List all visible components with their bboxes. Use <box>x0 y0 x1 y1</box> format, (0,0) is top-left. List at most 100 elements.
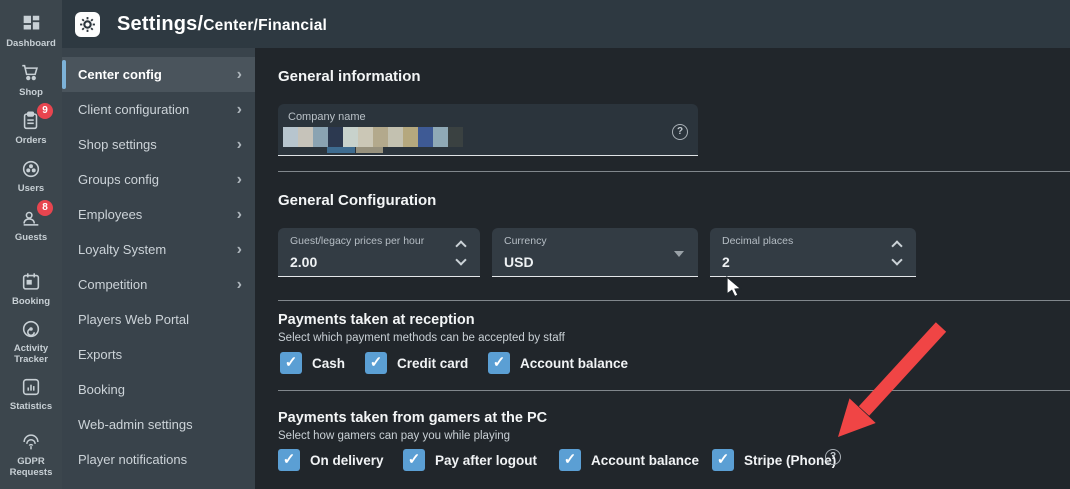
checkbox-checked-icon[interactable]: ✓ <box>280 352 302 374</box>
checkbox-checked-icon[interactable]: ✓ <box>365 352 387 374</box>
orders-badge: 9 <box>37 103 53 119</box>
rail-item-shop[interactable]: Shop <box>0 62 62 98</box>
settings-sidebar: Center config › Client configuration › Sho… <box>62 48 255 489</box>
section-divider <box>278 300 1070 301</box>
fingerprint-icon <box>20 434 42 457</box>
stepper-down-icon[interactable] <box>891 254 903 266</box>
rail-item-orders[interactable]: 9 Orders <box>0 103 62 146</box>
field-label: Currency <box>504 235 547 247</box>
sidebar-item-competition[interactable]: Competition › <box>62 267 255 302</box>
decimal-places-field[interactable]: Decimal places 2 <box>710 228 916 277</box>
rail-label: Orders <box>15 135 47 146</box>
clipboard-icon <box>20 111 42 136</box>
checkbox-checked-icon[interactable]: ✓ <box>278 449 300 471</box>
sidebar-item-label: Shop settings <box>78 137 157 152</box>
rail-item-guests[interactable]: 8 Guests <box>0 200 62 243</box>
rail-label: Users <box>17 183 45 194</box>
stepper-down-icon[interactable] <box>455 254 467 266</box>
section-heading-general-information: General information <box>278 68 421 85</box>
checkbox-label: Pay after logout <box>435 452 538 468</box>
checkbox-stripe-phone[interactable]: ✓ Stripe (Phone) <box>712 449 836 471</box>
checkbox-credit-card[interactable]: ✓ Credit card <box>365 352 468 374</box>
checkbox-checked-icon[interactable]: ✓ <box>559 449 581 471</box>
sidebar-item-players-web-portal[interactable]: Players Web Portal <box>62 302 255 337</box>
sidebar-item-player-notifications[interactable]: Player notifications <box>62 442 255 477</box>
rail-item-users[interactable]: Users <box>0 158 62 194</box>
rail-label: Statistics <box>9 401 53 412</box>
settings-page: Dashboard Shop 9 Orders Users 8 Guests B… <box>0 0 1070 489</box>
stripe-phone-help[interactable]: ? <box>825 449 841 465</box>
stepper-up-icon[interactable] <box>455 240 467 252</box>
sidebar-item-label: Employees <box>78 207 143 222</box>
rail-item-booking[interactable]: Booking <box>0 271 62 307</box>
rail-item-statistics[interactable]: Statistics <box>0 376 62 412</box>
chevron-right-icon: › <box>236 206 242 223</box>
rail-label: GDPR Requests <box>9 456 53 478</box>
rail-item-activity-tracker[interactable]: Activity Tracker <box>0 318 62 365</box>
stripe-help-icon[interactable]: ? <box>825 449 841 465</box>
currency-select[interactable]: Currency USD <box>492 228 698 277</box>
checkbox-label: Account balance <box>520 355 629 371</box>
checkbox-label: Cash <box>312 355 346 371</box>
rail-item-dashboard[interactable]: Dashboard <box>0 13 62 49</box>
company-name-input[interactable]: Company name ? <box>278 104 698 156</box>
section-heading-payments-reception: Payments taken at reception <box>278 312 475 328</box>
field-value: 2 <box>722 254 730 270</box>
checkbox-pay-after-logout[interactable]: ✓ Pay after logout <box>403 449 537 471</box>
checkbox-account-balance-reception[interactable]: ✓ Account balance <box>488 352 628 374</box>
activity-tracker-icon <box>20 320 42 344</box>
checkbox-label: Credit card <box>397 355 469 371</box>
settings-gear-icon <box>75 11 100 37</box>
sidebar-item-web-admin-settings[interactable]: Web-admin settings <box>62 407 255 442</box>
sidebar-item-groups-config[interactable]: Groups config › <box>62 162 255 197</box>
rail-label: Shop <box>19 87 43 98</box>
settings-content: General information Company name ? Gener… <box>255 48 1070 489</box>
checkbox-account-balance-pc[interactable]: ✓ Account balance <box>559 449 699 471</box>
sidebar-item-label: Center config <box>78 67 162 82</box>
sidebar-item-center-config[interactable]: Center config › <box>62 57 255 92</box>
checkbox-label: On delivery <box>310 452 384 468</box>
sidebar-item-loyalty-system[interactable]: Loyalty System › <box>62 232 255 267</box>
chevron-right-icon: › <box>236 66 242 83</box>
sidebar-item-client-configuration[interactable]: Client configuration › <box>62 92 255 127</box>
checkbox-checked-icon[interactable]: ✓ <box>488 352 510 374</box>
dashboard-icon <box>20 15 42 39</box>
sidebar-item-employees[interactable]: Employees › <box>62 197 255 232</box>
company-name-label: Company name <box>288 111 366 123</box>
page-header: Settings/Center/Financial <box>62 0 1070 48</box>
stepper-up-icon[interactable] <box>891 240 903 252</box>
payments-reception-subtitle: Select which payment methods can be acce… <box>278 332 565 344</box>
section-divider <box>278 171 1070 172</box>
checkbox-cash[interactable]: ✓ Cash <box>280 352 345 374</box>
sidebar-item-shop-settings[interactable]: Shop settings › <box>62 127 255 162</box>
shopping-cart-icon <box>20 64 42 88</box>
calendar-icon <box>20 273 42 297</box>
chevron-right-icon: › <box>236 101 242 118</box>
guests-icon <box>20 211 42 233</box>
guest-prices-per-hour-field[interactable]: Guest/legacy prices per hour 2.00 <box>278 228 480 277</box>
field-value: USD <box>504 254 534 270</box>
breadcrumb-center-financial: Center/Financial <box>203 16 328 34</box>
rail-label: Activity Tracker <box>13 343 49 365</box>
sidebar-item-label: Groups config <box>78 172 159 187</box>
rail-label: Booking <box>12 296 50 307</box>
chevron-right-icon: › <box>236 241 242 258</box>
checkbox-checked-icon[interactable]: ✓ <box>712 449 734 471</box>
checkbox-label: Account balance <box>591 452 700 468</box>
redaction-fragment <box>356 147 383 153</box>
company-name-help-icon[interactable]: ? <box>672 124 688 140</box>
checkbox-on-delivery[interactable]: ✓ On delivery <box>278 449 384 471</box>
sidebar-item-exports[interactable]: Exports <box>62 337 255 372</box>
section-heading-general-configuration: General Configuration <box>278 192 437 209</box>
sidebar-item-label: Loyalty System <box>78 242 167 257</box>
rail-item-gdpr-requests[interactable]: GDPR Requests <box>0 431 62 478</box>
section-heading-payments-pc: Payments taken from gamers at the PC <box>278 410 548 426</box>
sidebar-item-label: Players Web Portal <box>78 312 190 327</box>
rail-label: Guests <box>14 232 48 243</box>
redacted-company-name-value <box>283 127 463 147</box>
sidebar-item-booking[interactable]: Booking <box>62 372 255 407</box>
dropdown-caret-icon[interactable] <box>674 251 684 257</box>
checkbox-checked-icon[interactable]: ✓ <box>403 449 425 471</box>
redaction-fragment <box>327 147 355 153</box>
field-label: Decimal places <box>722 235 794 247</box>
